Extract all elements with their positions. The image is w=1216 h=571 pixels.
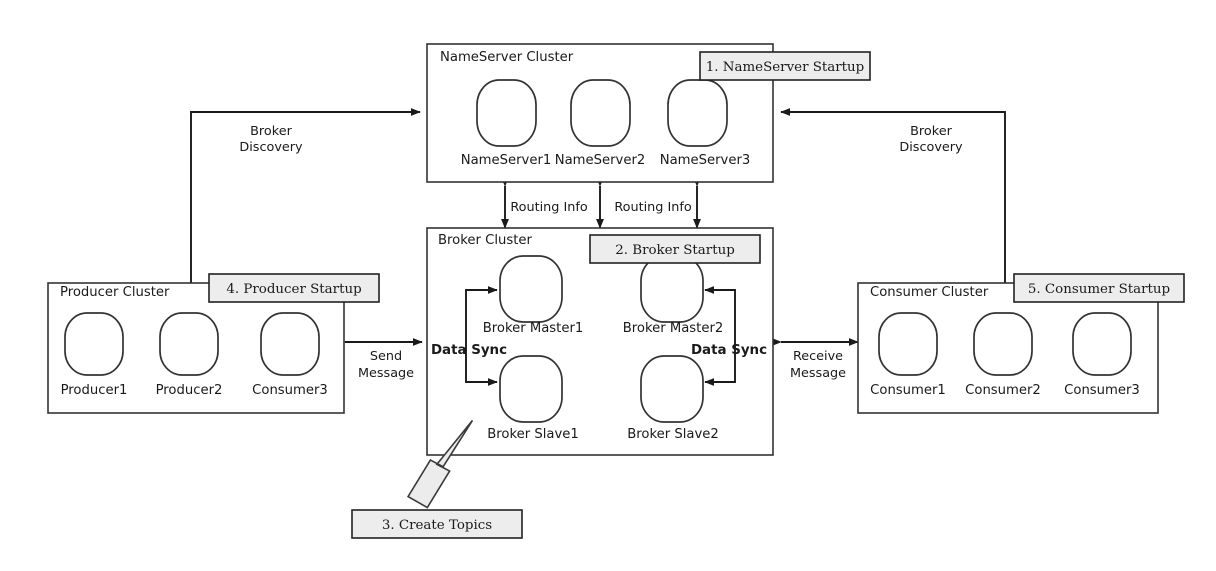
label-send-message-line2: Message <box>358 366 414 381</box>
node-label-consumer1: Consumer1 <box>870 383 946 398</box>
label-broker-discovery-left-line1: Broker <box>250 124 292 139</box>
node-nameserver3[interactable] <box>667 79 728 147</box>
node-broker-master2[interactable] <box>640 255 704 323</box>
node-label-consumer3: Consumer3 <box>1064 383 1140 398</box>
callout-label-step3: 3. Create Topics <box>382 518 492 533</box>
node-label-consumer2: Consumer2 <box>965 383 1041 398</box>
node-label-nameserver3: NameServer3 <box>660 153 751 168</box>
node-label-broker-master1: Broker Master1 <box>483 321 584 336</box>
callout-label-step5: 5. Consumer Startup <box>1028 282 1170 297</box>
callout-label-step1: 1. NameServer Startup <box>706 60 865 75</box>
cluster-title-nameserver: NameServer Cluster <box>440 50 574 65</box>
callout-step5[interactable]: 5. Consumer Startup <box>1013 273 1185 303</box>
node-label-producer3: Consumer3 <box>252 383 328 398</box>
callout-step2[interactable]: 2. Broker Startup <box>589 234 761 264</box>
node-consumer3[interactable] <box>1072 312 1132 376</box>
connector-broker-discovery-left <box>187 108 421 293</box>
node-nameserver1[interactable] <box>476 79 537 147</box>
node-consumer2[interactable] <box>973 312 1033 376</box>
label-routing-info-left: Routing Info <box>510 200 588 215</box>
cluster-title-producer: Producer Cluster <box>60 285 170 300</box>
callout-step3[interactable]: 3. Create Topics <box>351 509 523 539</box>
node-label-broker-master2: Broker Master2 <box>623 321 724 336</box>
connector-broker-discovery-right <box>780 108 1009 293</box>
node-producer3[interactable] <box>260 312 320 376</box>
callout-step1[interactable]: 1. NameServer Startup <box>699 51 871 81</box>
node-label-nameserver1: NameServer1 <box>461 153 552 168</box>
node-label-nameserver2: NameServer2 <box>555 153 646 168</box>
node-label-producer1: Producer1 <box>61 383 128 398</box>
cluster-title-broker: Broker Cluster <box>438 233 533 248</box>
label-data-sync-left: Data Sync <box>431 343 507 358</box>
label-routing-info-right: Routing Info <box>614 200 692 215</box>
label-broker-discovery-right-line1: Broker <box>910 124 952 139</box>
node-broker-slave2[interactable] <box>640 355 704 423</box>
label-data-sync-right: Data Sync <box>691 343 767 358</box>
node-label-broker-slave1: Broker Slave1 <box>487 427 579 442</box>
label-receive-message-line2: Message <box>790 366 846 381</box>
callout-label-step4: 4. Producer Startup <box>226 282 361 297</box>
node-producer2[interactable] <box>159 312 219 376</box>
label-receive-message-line1: Receive <box>793 349 843 364</box>
node-label-producer2: Producer2 <box>156 383 223 398</box>
callout-label-step2: 2. Broker Startup <box>615 243 735 258</box>
node-broker-master1[interactable] <box>499 255 563 323</box>
diagram-canvas: NameServer Cluster NameServer1 NameServe… <box>0 0 1216 571</box>
node-label-broker-slave2: Broker Slave2 <box>627 427 719 442</box>
label-broker-discovery-left-line2: Discovery <box>239 140 303 155</box>
node-broker-slave1[interactable] <box>499 355 563 423</box>
node-consumer1[interactable] <box>878 312 938 376</box>
node-nameserver2[interactable] <box>570 79 631 147</box>
label-send-message-line1: Send <box>370 349 402 364</box>
cluster-title-consumer: Consumer Cluster <box>870 285 989 300</box>
node-producer1[interactable] <box>64 312 124 376</box>
label-broker-discovery-right-line2: Discovery <box>899 140 963 155</box>
callout-step4[interactable]: 4. Producer Startup <box>208 273 380 303</box>
